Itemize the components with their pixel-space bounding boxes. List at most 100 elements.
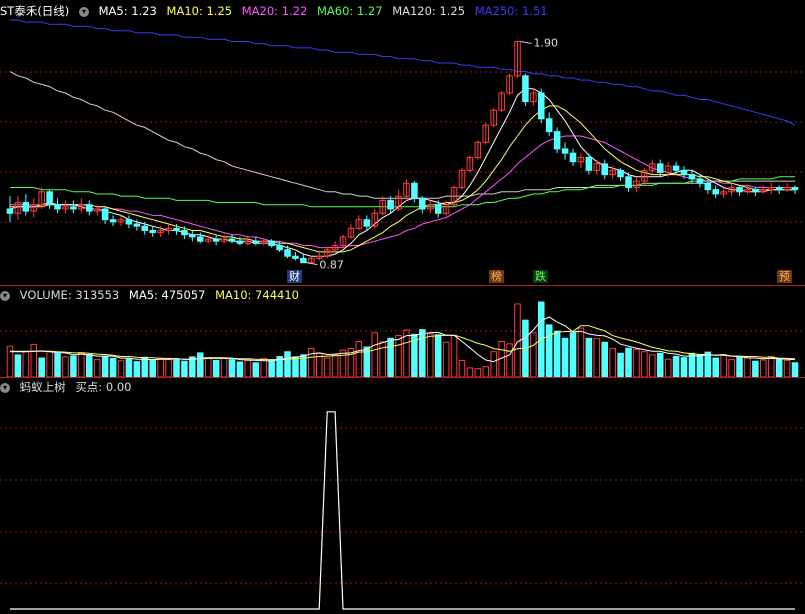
- volume-bar: [101, 355, 109, 378]
- volume-bar: [506, 343, 513, 378]
- volume-bar: [284, 351, 291, 378]
- candle-body: [680, 169, 688, 176]
- volume-bar: [553, 330, 561, 378]
- volume-bar: [530, 332, 537, 378]
- candle-body: [236, 240, 244, 244]
- candle-body: [133, 223, 141, 227]
- event-tag-cai[interactable]: 财: [287, 270, 302, 283]
- candle-body: [617, 169, 624, 178]
- settings-circle-icon[interactable]: ▾: [0, 290, 10, 301]
- volume-bar: [268, 360, 275, 378]
- volume-bar: [569, 332, 577, 378]
- ma250-label: MA250: 1.51: [474, 4, 548, 18]
- candle-body: [181, 229, 188, 236]
- high-pointer: [520, 40, 532, 44]
- event-tag-yu[interactable]: 预: [777, 270, 792, 283]
- candle-body: [109, 219, 117, 223]
- candle-body: [197, 236, 204, 242]
- candle-body: [101, 208, 109, 221]
- volume-bar: [236, 361, 244, 378]
- candle-body: [292, 255, 299, 259]
- volume-bar: [125, 358, 133, 378]
- volume-bar: [109, 357, 117, 378]
- candle-body: [268, 240, 275, 246]
- volume-bar: [62, 356, 69, 378]
- indicator-buy-signal-line: [10, 411, 795, 610]
- volume-bar: [609, 348, 616, 378]
- candle-body: [625, 176, 632, 189]
- volume-bar: [220, 357, 228, 378]
- volume-bar: [466, 367, 474, 378]
- volume-ma5: MA5: 475057: [128, 288, 206, 302]
- panel-divider-indicator: [0, 377, 805, 378]
- candle-body: [704, 182, 712, 191]
- volume-bar: [228, 359, 236, 378]
- volume-bar: [752, 360, 759, 378]
- volume-bar: [426, 333, 434, 378]
- volume-bar: [656, 352, 664, 378]
- stock-title[interactable]: ST泰禾(日线): [0, 4, 69, 18]
- volume-bar: [204, 357, 212, 378]
- candle-body: [656, 163, 664, 173]
- candle-body: [6, 208, 14, 214]
- volume-bar: [474, 368, 482, 378]
- candle-body: [775, 187, 783, 191]
- ma5-label: MA5: 1.23: [98, 4, 157, 18]
- candle-body: [149, 229, 156, 234]
- price-header: ST泰禾(日线) ▾ MA5: 1.23 MA10: 1.25 MA20: 1.…: [0, 3, 554, 19]
- volume-bar: [775, 357, 783, 378]
- volume-bar: [117, 360, 125, 378]
- volume-bar: [133, 361, 141, 378]
- candlesticks: [6, 40, 799, 264]
- volume-bar: [720, 354, 727, 378]
- event-tag-die[interactable]: 跌: [533, 270, 548, 283]
- ma60-label: MA60: 1.27: [316, 4, 383, 18]
- volume-bar: [308, 348, 315, 378]
- volume-bar: [46, 350, 53, 378]
- volume-bar: [561, 337, 569, 378]
- volume-bar: [181, 360, 188, 378]
- indicator-line: [10, 411, 795, 610]
- candle-body: [252, 240, 260, 244]
- volume-bar: [434, 334, 442, 378]
- event-tag-bang[interactable]: 榜: [489, 270, 504, 283]
- candle-body: [70, 206, 77, 210]
- candle-body: [189, 234, 196, 238]
- volume-bar: [85, 354, 93, 378]
- settings-circle-icon[interactable]: ▾: [0, 382, 10, 393]
- volume-bar: [442, 341, 450, 378]
- candle-body: [284, 249, 291, 257]
- volume-bar: [157, 357, 164, 378]
- settings-circle-icon[interactable]: ▾: [78, 6, 89, 17]
- volume-value: VOLUME: 313553: [19, 288, 120, 302]
- volume-bar: [387, 337, 394, 378]
- volume-ma10: MA10: 744410: [215, 288, 299, 302]
- candle-body: [411, 182, 418, 199]
- candle-body: [46, 191, 53, 206]
- volume-bar: [688, 352, 696, 378]
- candle-body: [688, 174, 696, 180]
- ma20-label: MA20: 1.22: [241, 4, 308, 18]
- volume-bar: [458, 359, 466, 378]
- indicator-value: 买点: 0.00: [75, 380, 132, 394]
- volume-bar: [728, 359, 735, 378]
- candle-body: [791, 187, 799, 191]
- volume-bar: [395, 335, 402, 378]
- volume-ma5-line: [10, 316, 796, 363]
- volume-bar: [783, 359, 791, 378]
- volume-bar: [791, 362, 799, 378]
- volume-bar: [585, 337, 593, 378]
- volume-bar: [14, 354, 22, 378]
- candle-body: [419, 197, 426, 210]
- volume-bar: [593, 338, 601, 378]
- candle-body: [561, 148, 569, 154]
- volume-bar: [696, 354, 704, 378]
- volume-header: ▾ VOLUME: 313553 MA5: 475057 MA10: 74441…: [0, 287, 305, 303]
- volume-bar: [141, 356, 149, 378]
- ma60-line: [10, 176, 795, 208]
- volume-bar: [641, 351, 648, 378]
- candle-body: [85, 204, 93, 212]
- candle-body: [752, 189, 759, 193]
- candle-body: [276, 244, 283, 251]
- volume-bar: [712, 357, 720, 378]
